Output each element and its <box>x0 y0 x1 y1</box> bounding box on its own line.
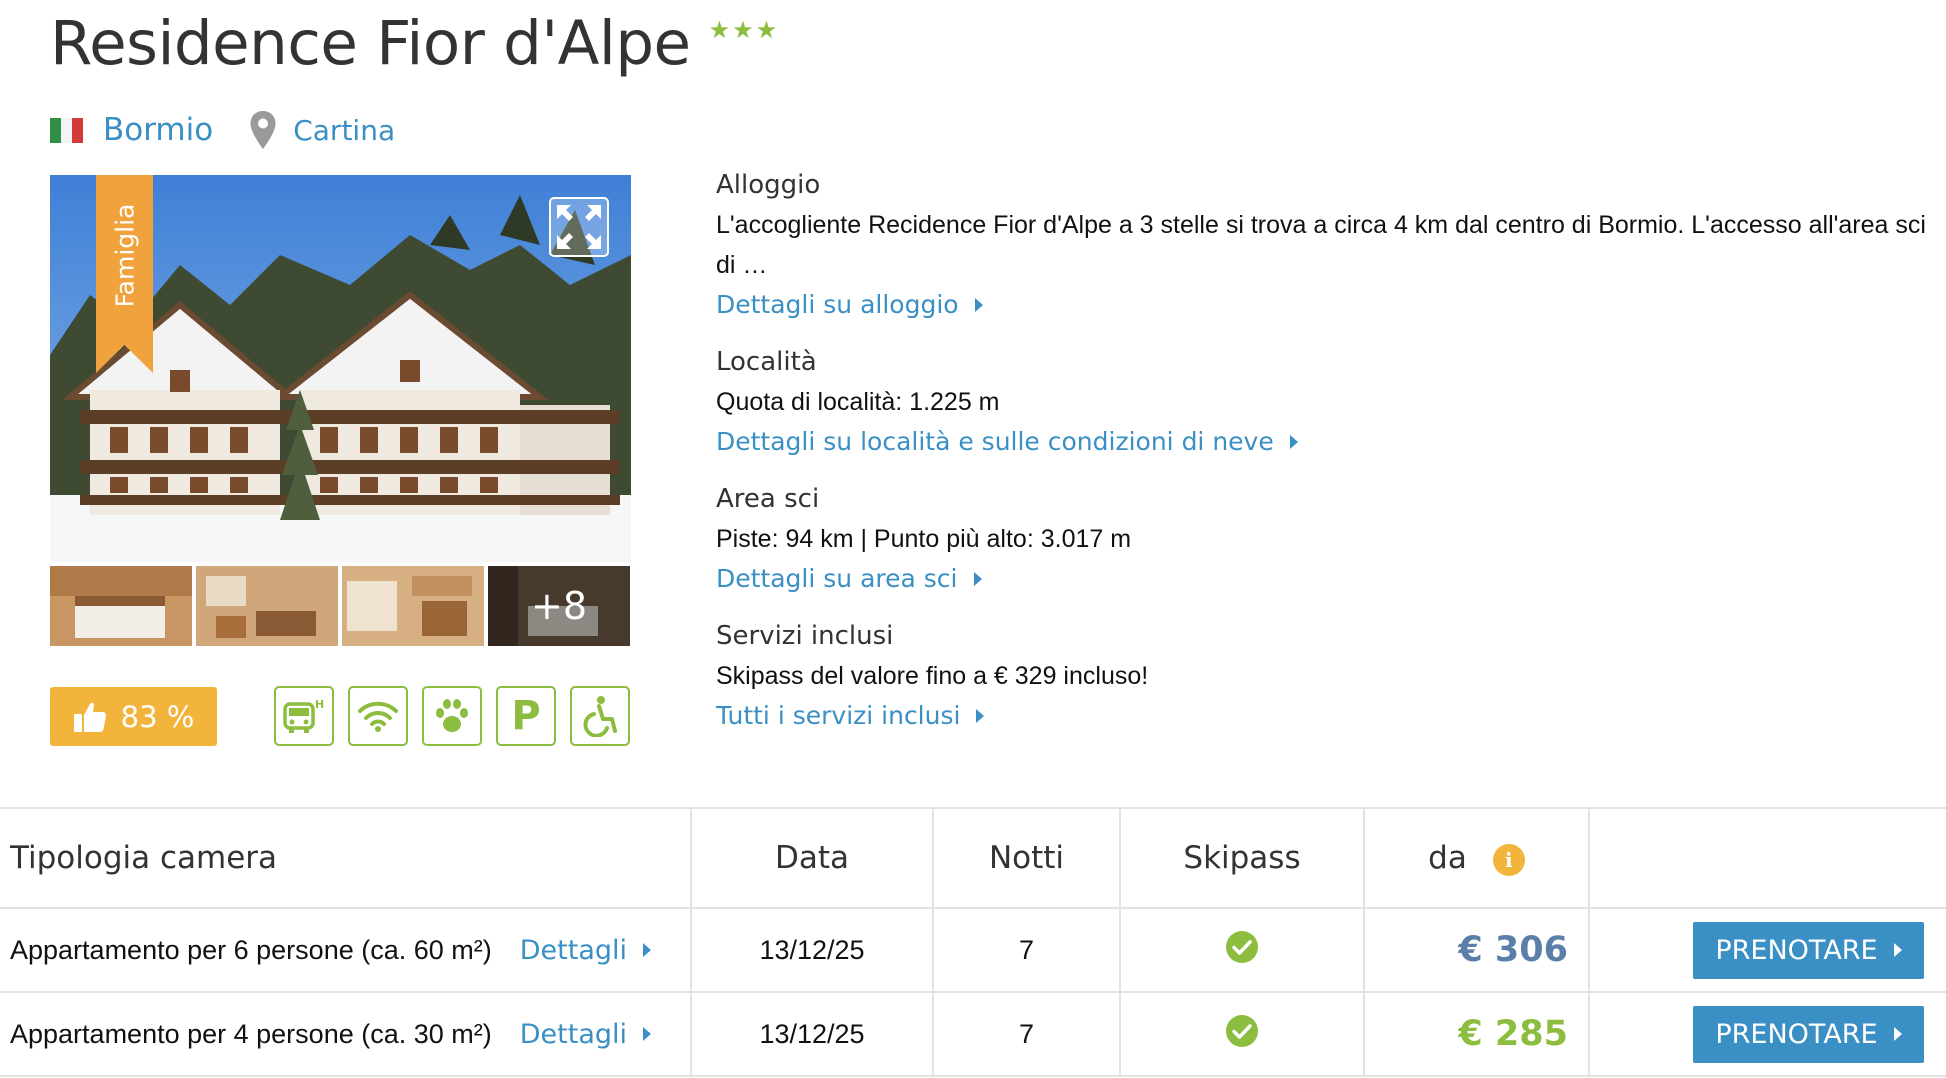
thumbs-up-icon <box>73 702 106 732</box>
map-pin-icon <box>250 111 276 149</box>
caret-right-icon <box>976 709 985 723</box>
skipass-cell <box>1119 907 1365 993</box>
table-header-row: Tipologia camera Data Notti Skipass da i <box>0 807 1946 909</box>
action-cell: PRENOTARE <box>1588 907 1946 993</box>
family-badge-label: Famiglia <box>110 203 140 307</box>
book-button[interactable]: PRENOTARE <box>1693 921 1924 979</box>
rating-value: 83 % <box>120 699 195 734</box>
hotel-main-photo[interactable]: Famiglia <box>50 175 631 562</box>
section-text: Piste: 94 km | Punto più alto: 3.017 m <box>716 525 1132 553</box>
nights-cell: 7 <box>932 907 1121 993</box>
area-sci-details-link[interactable]: Dettagli su area sci <box>716 559 982 599</box>
rating-badge: 83 % <box>50 687 217 746</box>
section-text: Skipass del valore fino a € 329 incluso! <box>716 662 1149 690</box>
header-action <box>1588 807 1946 909</box>
room-cell: Appartamento per 6 persone (ca. 60 m²) D… <box>0 907 692 993</box>
pets-icon <box>422 686 482 746</box>
room-details-link[interactable]: Dettagli <box>520 1019 652 1050</box>
info-icon[interactable]: i <box>1492 843 1525 876</box>
price-cell: € 306 <box>1363 907 1590 993</box>
book-button[interactable]: PRENOTARE <box>1693 1005 1924 1063</box>
title-row: Residence Fior d'Alpe ★★★ <box>50 8 780 79</box>
section-text: L'accogliente Recidence Fior d'Alpe a 3 … <box>716 211 1926 279</box>
more-photos-count: +8 <box>488 566 630 646</box>
section-heading: Alloggio <box>716 170 821 200</box>
section-heading: Servizi inclusi <box>716 621 894 651</box>
table-row: Appartamento per 6 persone (ca. 60 m²) D… <box>0 907 1946 993</box>
section-servizi: Servizi inclusi Skipass del valore fino … <box>716 616 1946 736</box>
caret-right-icon <box>973 572 982 586</box>
header-nights: Notti <box>932 807 1121 909</box>
price-cell: € 285 <box>1363 991 1590 1077</box>
header-room-type: Tipologia camera <box>0 807 692 909</box>
shuttle-icon: H <box>274 686 334 746</box>
room-details-link[interactable]: Dettagli <box>520 935 652 966</box>
accessible-icon <box>570 686 630 746</box>
thumbnail[interactable] <box>50 566 192 646</box>
page-title: Residence Fior d'Alpe <box>50 8 691 79</box>
map-link[interactable]: Cartina <box>293 114 395 147</box>
offers-table: Tipologia camera Data Notti Skipass da i … <box>0 807 1946 1077</box>
location-link[interactable]: Bormio <box>103 112 213 148</box>
header-skipass: Skipass <box>1119 807 1365 909</box>
check-circle-icon <box>1226 1014 1258 1047</box>
room-cell: Appartamento per 4 persone (ca. 30 m²) D… <box>0 991 692 1077</box>
thumbnail-more[interactable]: +8 <box>488 566 630 646</box>
nights-cell: 7 <box>932 991 1121 1077</box>
section-heading: Località <box>716 347 817 377</box>
section-text: Quota di località: 1.225 m <box>716 388 1000 416</box>
table-row: Appartamento per 4 persone (ca. 30 m²) D… <box>0 991 1946 1077</box>
info-panel: Alloggio L'accogliente Recidence Fior d'… <box>716 165 1946 753</box>
caret-right-icon <box>643 1027 652 1041</box>
caret-right-icon <box>1893 943 1902 957</box>
skipass-cell <box>1119 991 1365 1077</box>
check-circle-icon <box>1226 930 1258 963</box>
section-alloggio: Alloggio L'accogliente Recidence Fior d'… <box>716 165 1946 325</box>
header-price-from: da i <box>1363 807 1590 909</box>
star-rating: ★★★ <box>708 17 780 44</box>
header-date: Data <box>690 807 934 909</box>
thumbnail[interactable] <box>342 566 484 646</box>
caret-right-icon <box>643 943 652 957</box>
section-localita: Località Quota di località: 1.225 m Dett… <box>716 342 1946 462</box>
parking-icon: P <box>496 686 556 746</box>
caret-right-icon <box>1893 1027 1902 1041</box>
wifi-icon <box>348 686 408 746</box>
svg-text:H: H <box>315 698 324 711</box>
caret-right-icon <box>974 298 983 312</box>
section-area-sci: Area sci Piste: 94 km | Punto più alto: … <box>716 479 1946 599</box>
room-name: Appartamento per 4 persone (ca. 30 m²) <box>10 1018 492 1049</box>
alloggio-details-link[interactable]: Dettagli su alloggio <box>716 285 983 325</box>
date-cell: 13/12/25 <box>690 907 934 993</box>
section-heading: Area sci <box>716 484 820 514</box>
expand-icon[interactable] <box>549 197 609 257</box>
photo-thumbnails: +8 <box>50 566 631 646</box>
action-cell: PRENOTARE <box>1588 991 1946 1077</box>
servizi-details-link[interactable]: Tutti i servizi inclusi <box>716 696 985 736</box>
italy-flag-icon <box>50 117 83 143</box>
caret-right-icon <box>1289 435 1298 449</box>
date-cell: 13/12/25 <box>690 991 934 1077</box>
thumbnail[interactable] <box>196 566 338 646</box>
room-name: Appartamento per 6 persone (ca. 60 m²) <box>10 934 492 965</box>
localita-details-link[interactable]: Dettagli su località e sulle condizioni … <box>716 422 1298 462</box>
location-row: Bormio Cartina <box>50 110 395 150</box>
